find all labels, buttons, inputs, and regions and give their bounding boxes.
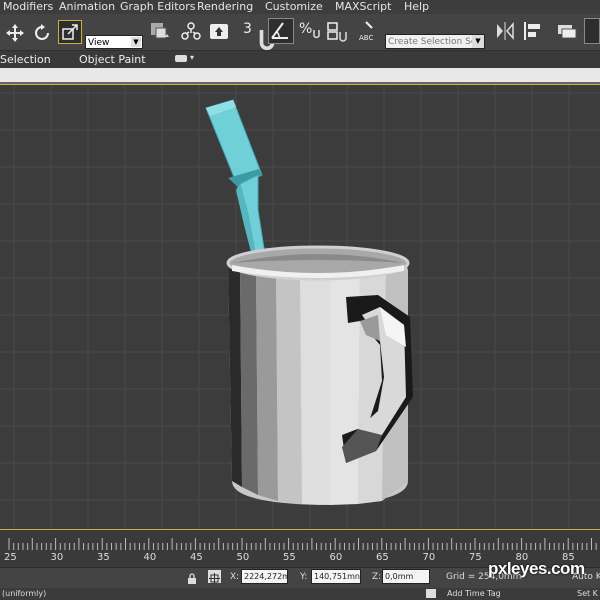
timeline-tick-label: 25 <box>4 552 17 563</box>
edit-named-selection-icon[interactable]: ABC <box>358 20 380 42</box>
time-tag-icon[interactable] <box>426 589 436 598</box>
watermark: pxleyes.com <box>488 559 585 578</box>
y-coordinate-field[interactable]: 140,751mn <box>311 569 361 584</box>
menu-maxscript[interactable]: MAXScript <box>335 0 391 14</box>
spinner-snap-icon[interactable] <box>326 20 348 42</box>
reference-coordinate-value: View <box>88 38 110 48</box>
layer-manager-icon[interactable] <box>556 20 578 42</box>
ribbon-tab-object-paint[interactable]: Object Paint <box>79 52 146 67</box>
timeline-tick-label: 55 <box>283 552 296 563</box>
svg-text:ABC: ABC <box>359 34 373 42</box>
named-selection-set-dropdown[interactable]: Create Selection Se ▼ <box>385 34 485 49</box>
x-coordinate-label: X: <box>230 572 240 582</box>
absolute-mode-icon[interactable] <box>208 570 221 584</box>
timeline-tick-label: 45 <box>190 552 203 563</box>
mug-object[interactable] <box>226 245 413 505</box>
set-key-button[interactable]: Set K <box>577 589 598 598</box>
snap-toggle-icon[interactable]: 3 <box>243 18 257 40</box>
select-and-link-icon[interactable] <box>180 20 202 42</box>
timeline-tick-label: 30 <box>50 552 64 563</box>
angle-snap-icon[interactable] <box>268 18 294 44</box>
prompt-line: (uniformly) Add Time Tag Set K <box>0 588 600 600</box>
menu-rendering[interactable]: Rendering <box>197 0 253 14</box>
menu-graph-editors[interactable]: Graph Editors <box>120 0 196 14</box>
timeline-tick-label: 35 <box>97 552 110 563</box>
percent-snap-icon[interactable]: % <box>298 18 320 40</box>
ribbon-tabs: Selection Object Paint <box>0 51 600 68</box>
graphite-tools-icon[interactable] <box>584 18 600 44</box>
menu-animation[interactable]: Animation <box>59 0 115 14</box>
timeline-tick-label: 65 <box>376 552 389 563</box>
track-tick-marks <box>8 538 597 550</box>
menu-bar: Modifiers Animation Graph Editors Render… <box>0 0 600 14</box>
timeline-tick-label: 75 <box>469 552 482 563</box>
z-coordinate-field[interactable]: 0,0mm <box>382 569 430 584</box>
magnet-icon <box>256 30 275 51</box>
x-coordinate-field[interactable]: 2224,272m <box>241 569 288 584</box>
y-coordinate-label: Y: <box>300 572 308 582</box>
lock-icon[interactable] <box>186 570 198 584</box>
prompt-text: (uniformly) <box>2 589 47 598</box>
ribbon-tab-selection[interactable]: Selection <box>0 52 51 67</box>
named-selection-set-value: Create Selection Se <box>388 37 477 47</box>
timeline-tick-label: 50 <box>236 552 250 563</box>
move-icon[interactable] <box>4 22 26 44</box>
main-toolbar: View ▼ 3 % ABC Create Selection Se ▼ <box>0 14 600 51</box>
snap-toggle-label: 3 <box>243 21 252 37</box>
viewport-scene <box>0 85 600 529</box>
ribbon-minimize-icon[interactable] <box>175 55 187 62</box>
reference-coordinate-select[interactable]: View ▼ <box>85 35 143 49</box>
timeline-tick-label: 60 <box>329 552 343 563</box>
chevron-down-icon: ▼ <box>131 37 141 47</box>
z-coordinate-label: Z: <box>372 572 382 582</box>
manipulate-icon[interactable] <box>208 20 230 42</box>
svg-text:%: % <box>299 21 312 37</box>
perspective-viewport[interactable] <box>0 84 600 530</box>
pivot-center-icon[interactable] <box>148 20 170 42</box>
timeline-tick-label: 40 <box>143 552 157 563</box>
align-icon[interactable] <box>522 20 544 42</box>
chevron-down-icon[interactable]: ▾ <box>190 53 194 62</box>
add-time-tag-button[interactable]: Add Time Tag <box>447 589 501 598</box>
menu-help[interactable]: Help <box>404 0 429 14</box>
rotate-icon[interactable] <box>31 22 53 44</box>
timeline-tick-label: 70 <box>422 552 436 563</box>
menu-modifiers[interactable]: Modifiers <box>3 0 53 14</box>
chevron-down-icon: ▼ <box>472 35 484 48</box>
mirror-icon[interactable] <box>494 20 516 42</box>
viewport-header <box>0 68 600 84</box>
scale-icon[interactable] <box>58 20 82 44</box>
menu-customize[interactable]: Customize <box>265 0 323 14</box>
